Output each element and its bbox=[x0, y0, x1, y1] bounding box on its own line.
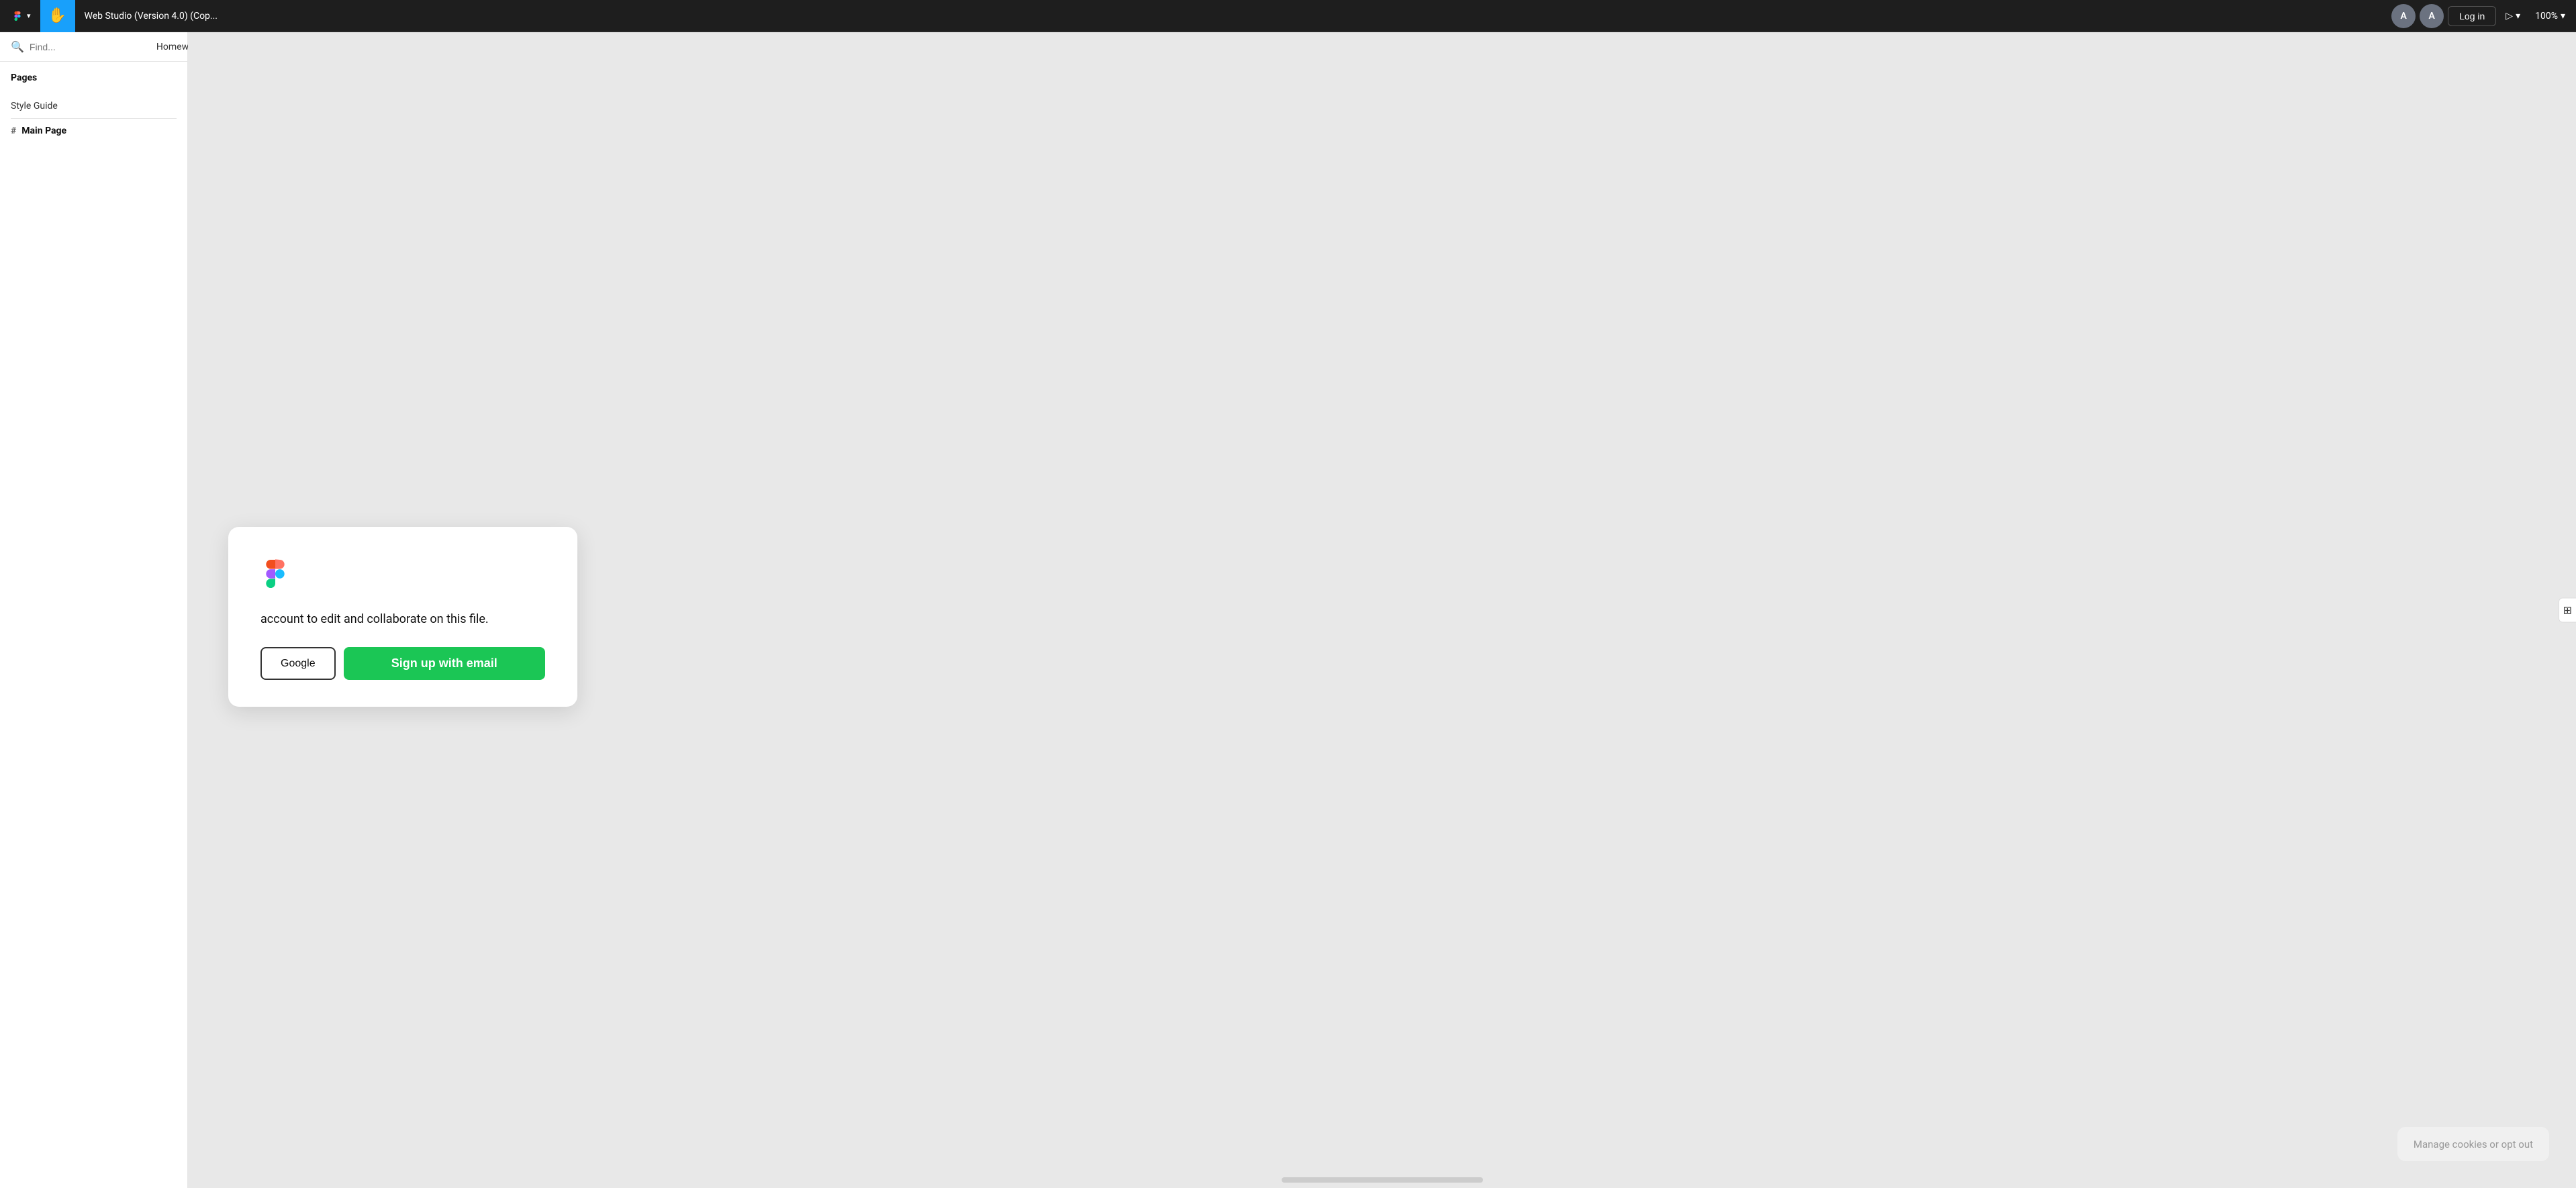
chevron-right-icon: ⊞ bbox=[2563, 604, 2572, 617]
main-area: 🔍 Homework #1 ∧ Pages Style Guide # Main… bbox=[0, 32, 2576, 1188]
canvas-area: account to edit and collaborate on this … bbox=[188, 32, 2576, 1188]
email-signup-button[interactable]: Sign up with email bbox=[344, 647, 545, 680]
modal-overlay: account to edit and collaborate on this … bbox=[188, 32, 2576, 1188]
login-button[interactable]: Log in bbox=[2448, 6, 2496, 26]
hand-icon: ✋ bbox=[48, 7, 66, 24]
modal-card: account to edit and collaborate on this … bbox=[228, 527, 577, 707]
search-icon: 🔍 bbox=[11, 40, 24, 53]
play-icon: ▷ bbox=[2506, 11, 2513, 21]
main-page-label: Main Page bbox=[21, 126, 66, 136]
sidebar: 🔍 Homework #1 ∧ Pages Style Guide # Main… bbox=[0, 32, 188, 1188]
avatar-2[interactable]: A bbox=[2420, 4, 2444, 28]
preview-button[interactable]: ▷ ▾ bbox=[2500, 8, 2526, 24]
main-page-item[interactable]: # Main Page bbox=[0, 119, 187, 143]
cookies-text[interactable]: Manage cookies or opt out bbox=[2414, 1138, 2533, 1150]
cookies-banner: Manage cookies or opt out bbox=[2397, 1127, 2549, 1161]
logo-dropdown-arrow: ▾ bbox=[27, 11, 31, 20]
topbar: ▾ ✋ Web Studio (Version 4.0) (Cop... A A… bbox=[0, 0, 2576, 32]
sidebar-search-bar: 🔍 Homework #1 ∧ bbox=[0, 32, 187, 62]
search-input[interactable] bbox=[30, 42, 151, 52]
right-panel-toggle[interactable]: ⊞ bbox=[2559, 598, 2576, 623]
preview-dropdown-arrow: ▾ bbox=[2516, 11, 2520, 21]
google-signup-button[interactable]: Google bbox=[260, 647, 336, 680]
modal-figma-logo bbox=[260, 554, 545, 597]
canvas-horizontal-scrollbar[interactable] bbox=[1282, 1177, 1483, 1183]
avatar-1[interactable]: A bbox=[2391, 4, 2416, 28]
pages-section-title: Pages bbox=[11, 72, 177, 83]
zoom-dropdown-arrow: ▾ bbox=[2561, 11, 2565, 21]
hash-icon: # bbox=[11, 126, 16, 136]
pages-section: Pages bbox=[0, 62, 187, 94]
style-guide-page-item[interactable]: Style Guide bbox=[0, 94, 187, 118]
zoom-control[interactable]: 100% ▾ bbox=[2530, 8, 2571, 24]
collaborators-area: A A bbox=[2391, 4, 2444, 28]
document-title: Web Studio (Version 4.0) (Cop... bbox=[85, 11, 2388, 21]
modal-description: account to edit and collaborate on this … bbox=[260, 610, 545, 628]
hand-tool-button[interactable]: ✋ bbox=[40, 0, 75, 32]
figma-logo-button[interactable]: ▾ bbox=[5, 7, 36, 26]
modal-actions: Google Sign up with email bbox=[260, 647, 545, 680]
zoom-level-label: 100% bbox=[2535, 11, 2558, 21]
